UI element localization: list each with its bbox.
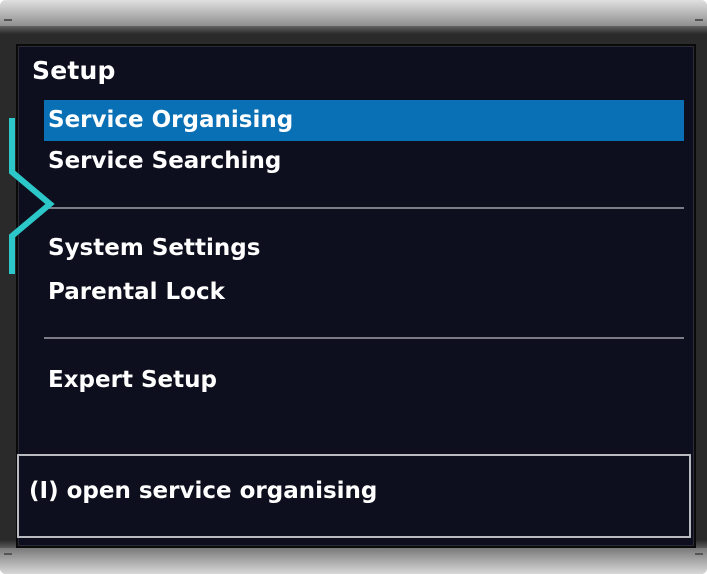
- callout-arrow-icon: [9, 118, 55, 274]
- menu-item-expert-setup[interactable]: Expert Setup: [44, 360, 684, 401]
- menu-item-service-searching[interactable]: Service Searching: [44, 141, 684, 182]
- menu-item-system-settings[interactable]: System Settings: [44, 228, 684, 269]
- menu-divider: [44, 337, 684, 339]
- tv-screen-frame: Setup Service Organising Service Searchi…: [0, 0, 707, 574]
- menu-divider: [44, 207, 684, 209]
- status-hint-text: (I) open service organising: [29, 478, 378, 504]
- status-hint-bar: (I) open service organising: [17, 454, 691, 538]
- frame-bezel-top: [0, 0, 707, 26]
- setup-menu-panel: Setup Service Organising Service Searchi…: [16, 44, 696, 548]
- menu-title: Setup: [32, 56, 116, 85]
- frame-bezel-bottom: [0, 548, 707, 574]
- menu-item-parental-lock[interactable]: Parental Lock: [44, 272, 684, 313]
- menu-item-service-organising[interactable]: Service Organising: [44, 100, 684, 141]
